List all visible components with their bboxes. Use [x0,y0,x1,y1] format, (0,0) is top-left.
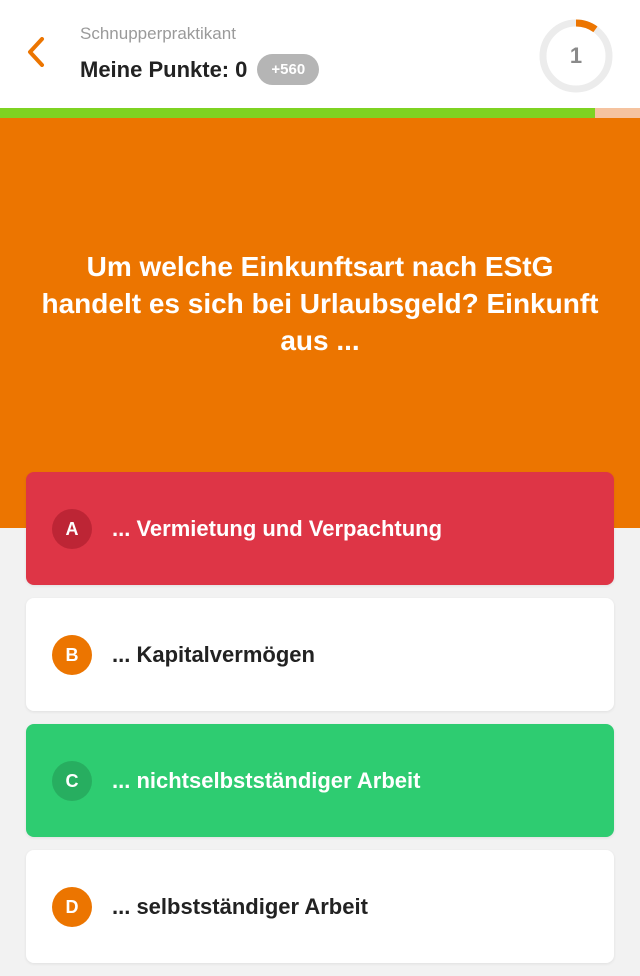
question-number: 1 [569,43,583,68]
answer-option-c[interactable]: C ... nichtselbstständiger Arbeit [26,724,614,837]
score-row: Meine Punkte: 0 +560 [80,54,320,85]
answer-option-a[interactable]: A ... Vermietung und Verpachtung [26,472,614,585]
chevron-left-icon [28,37,44,67]
answer-letter-badge: C [52,761,92,801]
answer-text: ... Vermietung und Verpachtung [112,515,443,541]
answer-letter-badge: D [52,887,92,927]
question-panel: Um welche Einkunftsart nach EStG handelt… [0,118,640,528]
bonus-badge: +560 [257,54,320,85]
answer-text: ... nichtselbstständiger Arbeit [112,767,421,793]
progress-fill [0,108,596,118]
answer-option-d[interactable]: D ... selbstständiger Arbeit [26,850,614,963]
answer-letter-badge: A [52,509,92,549]
header-bar: Schnupperpraktikant Meine Punkte: 0 +560… [0,0,640,108]
answer-text: ... selbstständiger Arbeit [112,893,368,919]
answer-text: ... Kapitalvermögen [112,641,315,667]
back-button[interactable] [14,30,58,74]
answer-list: A ... Vermietung und Verpachtung B ... K… [26,472,614,976]
answer-letter-badge: B [52,635,92,675]
question-text: Um welche Einkunftsart nach EStG handelt… [41,251,599,356]
score-label: Meine Punkte: [80,56,230,82]
level-title: Schnupperpraktikant [80,24,236,43]
answer-option-b[interactable]: B ... Kapitalvermögen [26,598,614,711]
score-value: 0 [235,56,248,82]
progress-bar [0,108,640,118]
question-counter: 1 [536,16,616,96]
